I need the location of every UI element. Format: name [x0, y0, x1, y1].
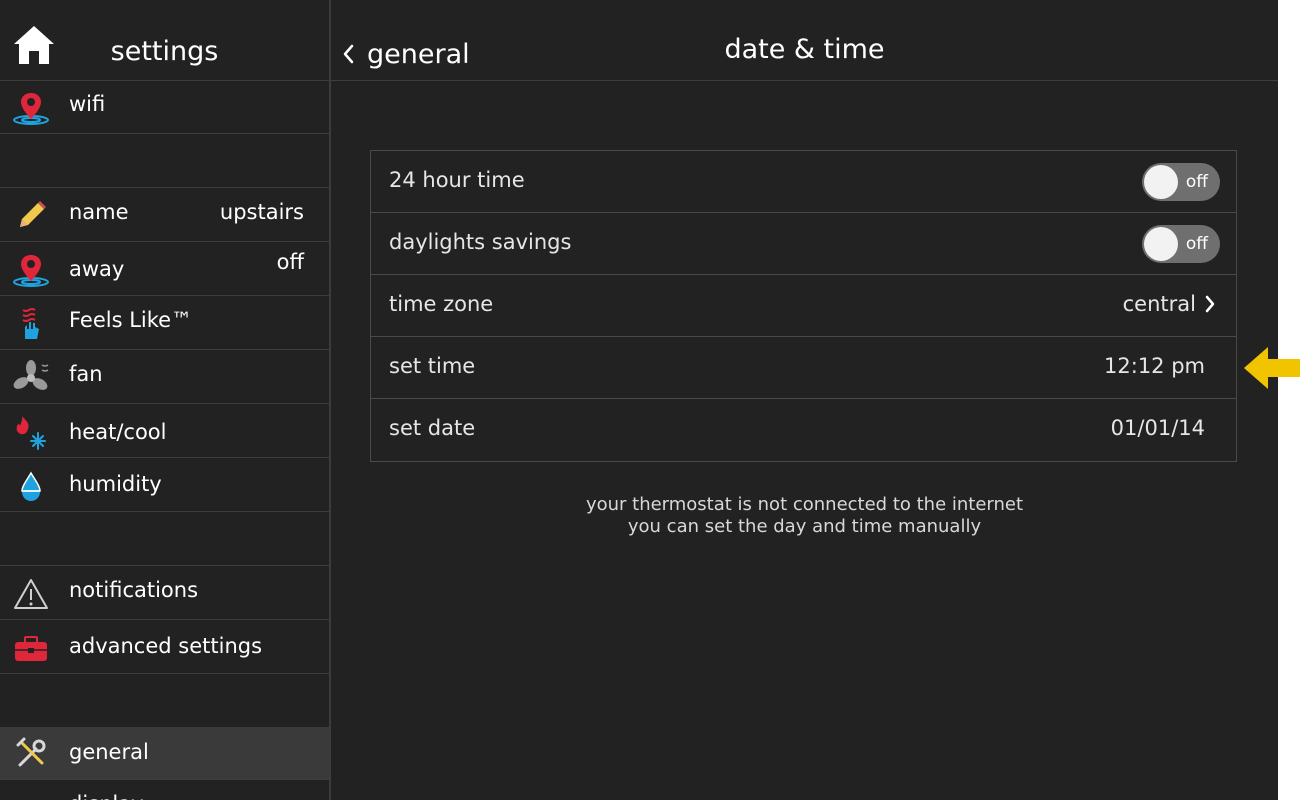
- feels-like-icon: [12, 305, 50, 343]
- sidebar-item-fan[interactable]: fan: [0, 351, 329, 404]
- date-time-settings: 24 hour time off daylights savings off t…: [370, 150, 1237, 462]
- sidebar-title: settings: [110, 36, 219, 67]
- chevron-right-icon: [1205, 295, 1215, 313]
- row-set-date[interactable]: set date 01/01/14: [371, 399, 1236, 461]
- page-title: date & time: [724, 34, 885, 65]
- info-line-2: you can set the day and time manually: [627, 516, 982, 537]
- sidebar-item-display[interactable]: display: [0, 781, 329, 800]
- sidebar-item-value: upstairs: [219, 200, 304, 224]
- warning-triangle-icon: [12, 575, 50, 613]
- sidebar-item-label: general: [69, 740, 149, 764]
- sidebar-item-value: off: [276, 250, 304, 274]
- sidebar-spacer: [0, 675, 329, 728]
- main-panel: general date & time 24 hour time off day…: [331, 0, 1278, 800]
- sidebar-item-label: fan: [69, 362, 103, 386]
- pencil-icon: [12, 197, 50, 235]
- sidebar-item-heat-cool[interactable]: heat/cool: [0, 405, 329, 458]
- row-daylight-savings: daylights savings off: [371, 213, 1236, 275]
- row-24-hour-time: 24 hour time off: [371, 151, 1236, 213]
- row-label: 24 hour time: [389, 168, 525, 192]
- sidebar-item-advanced-settings[interactable]: advanced settings: [0, 621, 329, 674]
- connection-info: your thermostat is not connected to the …: [331, 494, 1278, 538]
- sidebar-spacer: [0, 513, 329, 566]
- sidebar: settings wifi name upstairs away off Fee…: [0, 0, 331, 800]
- sidebar-header: settings: [0, 0, 329, 81]
- wifi-pin-icon: [12, 89, 50, 127]
- sidebar-item-name[interactable]: name upstairs: [0, 189, 329, 242]
- sidebar-item-label: humidity: [69, 472, 162, 496]
- toggle-state: off: [1185, 172, 1208, 192]
- heat-cool-icon: [12, 413, 50, 451]
- row-label: set time: [389, 354, 476, 378]
- row-label: set date: [389, 416, 476, 440]
- humidity-drop-icon: [12, 467, 50, 505]
- 24-hour-time-toggle[interactable]: off: [1142, 163, 1220, 201]
- row-time-zone[interactable]: time zone central: [371, 275, 1236, 337]
- sidebar-item-label: heat/cool: [69, 420, 167, 444]
- sidebar-item-humidity[interactable]: humidity: [0, 459, 329, 512]
- sidebar-item-label: display: [69, 792, 144, 800]
- toggle-state: off: [1185, 234, 1208, 254]
- sidebar-item-away[interactable]: away off: [0, 243, 329, 296]
- tools-icon: [12, 735, 50, 773]
- sidebar-item-label: advanced settings: [69, 634, 263, 658]
- time-zone-text: central: [1122, 292, 1196, 316]
- sidebar-item-label: notifications: [69, 578, 199, 602]
- away-pin-icon: [12, 251, 50, 289]
- toggle-knob: [1144, 165, 1178, 199]
- main-header: general date & time: [331, 0, 1278, 81]
- row-label: daylights savings: [389, 230, 572, 254]
- info-line-1: your thermostat is not connected to the …: [585, 494, 1024, 515]
- sidebar-item-wifi[interactable]: wifi: [0, 81, 329, 134]
- row-label: time zone: [389, 292, 494, 316]
- toolbox-icon: [12, 629, 50, 667]
- sidebar-item-notifications[interactable]: notifications: [0, 567, 329, 620]
- sidebar-item-feels-like[interactable]: Feels Like™: [0, 297, 329, 350]
- time-zone-value: central: [1123, 292, 1216, 316]
- toggle-knob: [1144, 227, 1178, 261]
- fan-icon: [12, 359, 50, 397]
- set-date-value: 01/01/14: [1110, 416, 1205, 440]
- display-icon: [12, 789, 50, 800]
- daylight-savings-toggle[interactable]: off: [1142, 225, 1220, 263]
- sidebar-item-label: name: [69, 200, 129, 224]
- sidebar-item-general[interactable]: general: [0, 727, 329, 780]
- set-time-value: 12:12 pm: [1104, 354, 1205, 378]
- row-set-time[interactable]: set time 12:12 pm: [371, 337, 1236, 399]
- sidebar-item-label: Feels Like™: [69, 308, 193, 332]
- sidebar-item-label: away: [69, 257, 125, 281]
- sidebar-spacer: [0, 135, 329, 188]
- sidebar-item-label: wifi: [69, 92, 106, 116]
- arrow-left-icon: [1242, 345, 1302, 391]
